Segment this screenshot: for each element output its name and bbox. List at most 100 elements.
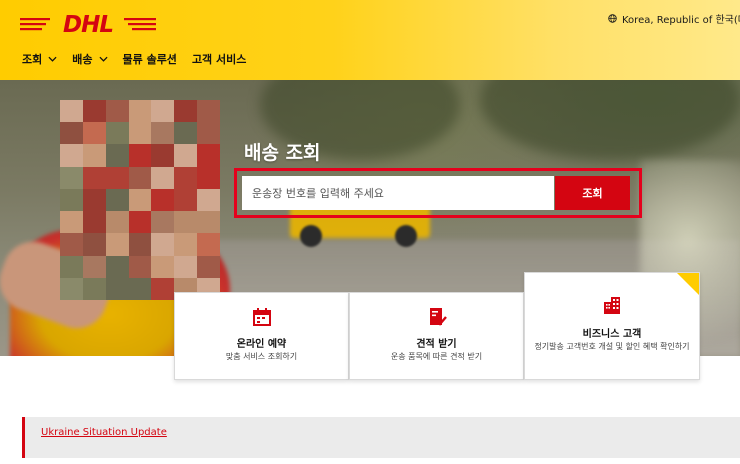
mosaic-cell	[151, 188, 175, 212]
mosaic-cell	[151, 255, 175, 278]
card-description: 정기발송 고객번호 개설 및 할인 혜택 확인하기	[534, 342, 690, 351]
chevron-down-icon	[48, 56, 57, 62]
mosaic-cell	[105, 100, 129, 123]
mosaic-cell	[128, 233, 152, 256]
nav-label: 고객 서비스	[191, 53, 247, 66]
chevron-down-icon	[98, 56, 108, 62]
building-icon	[604, 297, 620, 314]
calendar-icon	[252, 308, 271, 326]
mosaic-cell	[197, 144, 220, 167]
card-title: 견적 받기	[416, 339, 457, 350]
mosaic-cell	[60, 211, 83, 234]
main-nav: 조회 배송 물류 솔루션 고객 서비스	[22, 51, 261, 67]
mosaic-cell	[60, 277, 83, 300]
mosaic-cell	[128, 211, 152, 234]
mosaic-cell	[60, 255, 83, 278]
mosaic-cell	[82, 144, 106, 167]
mosaic-cell	[197, 166, 220, 189]
locale-label: Korea, Republic of 한국(대한민	[622, 15, 740, 26]
mosaic-cell	[174, 100, 198, 123]
mosaic-cell	[174, 166, 198, 189]
mosaic-cell	[151, 144, 175, 167]
mosaic-cell	[197, 122, 220, 145]
mosaic-cell	[60, 166, 83, 189]
card-title: 온라인 예약	[236, 339, 287, 350]
track-button[interactable]: 조회	[555, 176, 630, 210]
mosaic-cell	[128, 188, 152, 212]
nav-label: 조회	[22, 53, 43, 66]
mosaic-cell	[151, 100, 175, 123]
mosaic-cell	[105, 255, 129, 278]
mosaic-cell	[128, 144, 152, 167]
mosaic-cell	[82, 255, 106, 278]
mosaic-cell	[60, 188, 83, 212]
mosaic-cell	[60, 233, 83, 256]
nav-item-ship[interactable]: 배송	[72, 51, 108, 67]
globe-icon	[608, 14, 617, 23]
mosaic-cell	[105, 277, 129, 300]
mosaic-cell	[128, 100, 152, 123]
mosaic-cell	[174, 122, 198, 145]
mosaic-cell	[197, 100, 220, 123]
tracking-number-input[interactable]	[242, 176, 554, 210]
hero-van-wheel	[300, 225, 322, 247]
quote-document-icon	[429, 308, 447, 326]
card-title: 비즈니스 고객	[582, 329, 642, 340]
hero-van-wheel	[395, 225, 417, 247]
mosaic-cell	[174, 188, 198, 212]
mosaic-cell	[128, 255, 152, 278]
mosaic-cell	[105, 211, 129, 234]
mosaic-cell	[82, 166, 106, 189]
card-get-quote[interactable]: 견적 받기 운송 품목에 따른 견적 받기	[349, 292, 524, 380]
mosaic-cell	[151, 122, 175, 145]
mosaic-cell	[82, 100, 106, 123]
nav-item-logistics[interactable]: 물류 솔루션	[123, 51, 177, 67]
mosaic-cell	[151, 233, 175, 256]
mosaic-cell	[174, 233, 198, 256]
mosaic-cell	[105, 188, 129, 212]
mosaic-cell	[82, 122, 106, 145]
mosaic-cell	[82, 277, 106, 300]
mosaic-cell	[60, 122, 83, 145]
svg-text:DHL: DHL	[63, 12, 113, 36]
mosaic-cell	[128, 122, 152, 145]
nav-item-customer-service[interactable]: 고객 서비스	[192, 51, 246, 67]
alert-banner: Ukraine Situation Update	[22, 417, 740, 458]
mosaic-cell	[151, 211, 175, 234]
mosaic-cell	[151, 277, 175, 300]
mosaic-cell	[174, 211, 198, 234]
card-description: 맞춤 서비스 조회하기	[225, 352, 298, 361]
mosaic-cell	[105, 166, 129, 189]
corner-accent	[677, 273, 699, 295]
hero-pixelated-face	[60, 100, 220, 300]
mosaic-cell	[105, 144, 129, 167]
dhl-homepage: DHL Korea, Republic of 한국(대한민 조회 배송 물류 솔…	[0, 0, 740, 464]
mosaic-cell	[174, 144, 198, 167]
mosaic-cell	[128, 166, 152, 189]
mosaic-cell	[197, 211, 220, 234]
mosaic-cell	[128, 277, 152, 300]
quick-action-cards: 온라인 예약 맞춤 서비스 조회하기 견적 받기 운송 품목에 따른 견적 받기	[174, 272, 700, 380]
mosaic-cell	[60, 100, 83, 123]
dhl-logo[interactable]: DHL	[20, 12, 156, 36]
mosaic-cell	[197, 188, 220, 212]
card-description: 운송 품목에 따른 견적 받기	[390, 352, 483, 361]
mosaic-cell	[82, 188, 106, 212]
mosaic-cell	[105, 122, 129, 145]
hero-background-foliage	[480, 80, 740, 160]
mosaic-cell	[82, 233, 106, 256]
mosaic-cell	[105, 233, 129, 256]
mosaic-cell	[82, 211, 106, 234]
mosaic-cell	[60, 144, 83, 167]
hero-title: 배송 조회	[244, 142, 321, 164]
ukraine-update-link[interactable]: Ukraine Situation Update	[41, 427, 167, 438]
locale-selector[interactable]: Korea, Republic of 한국(대한민	[608, 11, 740, 26]
site-header: DHL Korea, Republic of 한국(대한민 조회 배송 물류 솔…	[0, 0, 740, 80]
card-online-booking[interactable]: 온라인 예약 맞춤 서비스 조회하기	[174, 292, 349, 380]
mosaic-cell	[151, 166, 175, 189]
nav-label: 물류 솔루션	[122, 53, 177, 66]
nav-item-track[interactable]: 조회	[22, 51, 57, 67]
card-business-customer[interactable]: 비즈니스 고객 정기발송 고객번호 개설 및 할인 혜택 확인하기	[524, 272, 700, 380]
mosaic-cell	[197, 233, 220, 256]
nav-label: 배송	[72, 53, 93, 66]
